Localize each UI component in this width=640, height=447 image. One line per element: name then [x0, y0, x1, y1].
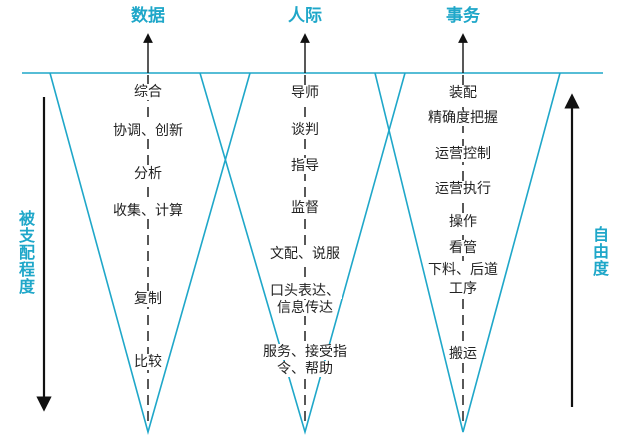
things-item-feed: 下料、后道: [426, 262, 500, 278]
column-title-people: 人际: [288, 6, 322, 26]
column-title-things: 事务: [446, 6, 480, 26]
things-item-control: 运营控制: [433, 146, 493, 162]
people-item-inform: 信息传达: [275, 300, 335, 316]
column-title-data: 数据: [131, 6, 165, 26]
left-axis-label: 被支配程度: [16, 210, 35, 295]
things-item-precision: 精确度把握: [426, 110, 500, 126]
right-axis-label: 自由度: [590, 226, 609, 277]
people-item-mentor: 导师: [289, 85, 321, 101]
people-item-serve: 服务、接受指: [261, 344, 349, 360]
people-item-speak: 口头表达、: [268, 283, 342, 299]
things-item-operate: 操作: [447, 214, 479, 230]
people-item-persuade: 文配、说服: [268, 246, 342, 262]
things-item-carry: 搬运: [447, 346, 479, 362]
data-item-synthesize: 综合: [132, 84, 164, 100]
people-item-supervise: 监督: [289, 200, 321, 216]
things-item-execute: 运营执行: [433, 181, 493, 197]
people-item-help: 令、帮助: [275, 361, 335, 377]
data-item-analyze: 分析: [132, 166, 164, 182]
people-item-instruct: 指导: [289, 158, 321, 174]
data-item-copy: 复制: [132, 291, 164, 307]
diagram-lines: [22, 33, 603, 435]
things-item-process: 工序: [447, 281, 479, 297]
data-item-compare: 比较: [132, 354, 164, 370]
data-item-collect: 收集、计算: [111, 203, 185, 219]
things-item-assemble: 装配: [447, 85, 479, 101]
data-item-coordinate: 协调、创新: [111, 123, 185, 139]
people-item-negotiate: 谈判: [289, 122, 321, 138]
things-item-tend: 看管: [447, 240, 479, 256]
diagram-canvas: 数据 人际 事务 被支配程度 自由度 综合 协调、创新 分析 收集、计算 复制 …: [0, 0, 640, 447]
